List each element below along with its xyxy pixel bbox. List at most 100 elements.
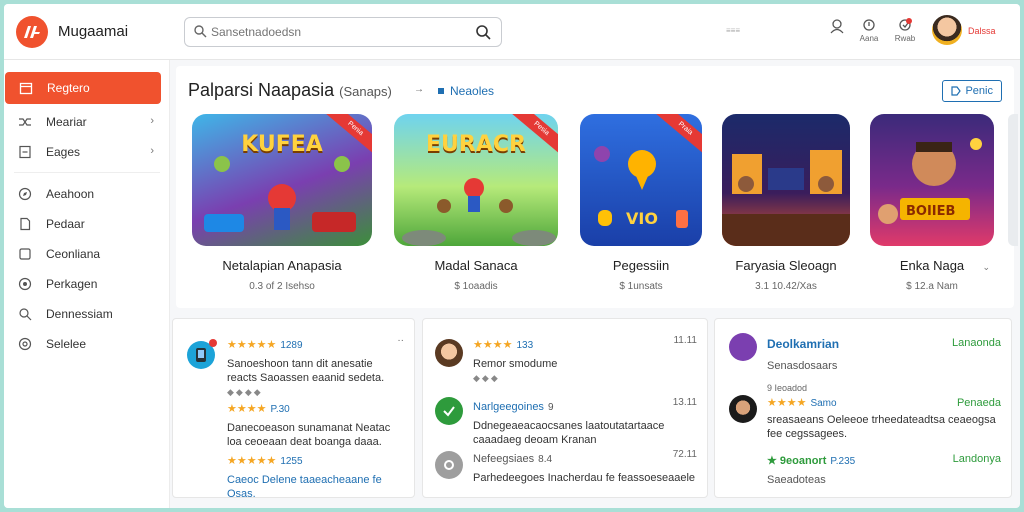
review-time: 72.11 (672, 449, 697, 460)
app-logo[interactable] (16, 16, 48, 48)
review-row: ★★★★★ 1289 ·· Sanoeshoon tann dit anesati… (227, 335, 404, 398)
game-name: Pegessiin (612, 258, 670, 273)
star-rating: ★★★★ (473, 339, 513, 351)
review-row: ★★★★ 133 11.11 Remor smodume ◆◆◆ (473, 335, 697, 384)
game-card[interactable]: BOIIEB Enka Naga $ 12.a Nam ⌄ (870, 114, 994, 292)
search-submit-icon[interactable] (475, 24, 491, 40)
review-author[interactable]: ★ 9eoanort (767, 455, 826, 467)
notifications-label: Rwab (894, 34, 916, 43)
game-thumbnail[interactable] (722, 114, 850, 246)
chevron-down-icon[interactable]: ⌄ (982, 262, 990, 273)
game-thumbnail[interactable]: Pesia EURACR (394, 114, 558, 246)
sidebar-item-label: Regtero (47, 81, 90, 95)
section-title-text: Palparsi Naapasia (188, 80, 335, 100)
review-row: ★ 9eoanort P.235 Landonya Saeadoteas (767, 451, 1001, 487)
game-card[interactable]: Praia VIO Pegessiin $ 1unsats (580, 114, 702, 292)
game-meta: 3.1 10.42/Xas (755, 281, 817, 292)
rating-count: Samo (810, 398, 837, 409)
file-icon (18, 145, 32, 159)
app-icon (187, 339, 217, 369)
section-link-label: Neaoles (450, 84, 495, 98)
game-meta: $ 1oaadis (454, 281, 498, 292)
sidebar-item-label: Ceonliana (46, 247, 101, 261)
review-author-name: 9eoanort (779, 455, 827, 467)
sidebar-item-selelee[interactable]: Selelee (4, 328, 160, 360)
review-author[interactable]: Narlgeegoines (473, 401, 544, 413)
sidebar-item-eages[interactable]: Eages › (4, 136, 160, 168)
user-name[interactable]: Dalssa (968, 26, 996, 36)
review-text: Ddnegeaeacaocsanes laatoutatartaace caaa… (473, 420, 665, 446)
reaction-icons[interactable]: ◆◆◆◆ (227, 387, 404, 398)
review-card: Deolkamrian Lanaonda Senasdosaars 9 Ieoa… (714, 318, 1012, 498)
sidebar-item-label: Pedaar (46, 217, 85, 231)
calendar-icon (19, 81, 33, 95)
star-rating: ★★★★ (767, 397, 807, 409)
status-label: Lanaonda (952, 337, 1001, 349)
status-label: Landonya (952, 453, 1001, 465)
game-thumbnail[interactable]: BOIIEB (870, 114, 994, 246)
alerts-button[interactable]: Aana (854, 18, 884, 43)
chevron-right-icon: › (150, 145, 154, 157)
rating-count: 8.4 (538, 454, 553, 465)
sidebar-item-dennessiam[interactable]: Dennessiam (4, 298, 160, 330)
avatar[interactable] (932, 15, 962, 45)
section-subtitle: (Sanaps) (339, 84, 392, 99)
next-item-peek[interactable] (1008, 114, 1018, 246)
sidebar-item-ceonliana[interactable]: Ceonliana (4, 238, 160, 270)
app-title: Mugaamai (58, 23, 129, 40)
reaction-icons[interactable]: ◆◆◆ (473, 373, 697, 384)
document-icon (18, 217, 32, 231)
game-name: Madal Sanaca (434, 258, 518, 273)
rating-count: P.30 (270, 404, 290, 415)
game-card[interactable]: Penia KUFEA Netalapian Anapasia 0.3 of 2… (192, 114, 372, 292)
game-meta: $ 1unsats (619, 281, 663, 292)
arrow-right-icon: → (414, 84, 424, 95)
check-icon (435, 397, 463, 425)
search-bar[interactable] (184, 17, 502, 47)
star-rating: ★★★★★ (227, 339, 277, 351)
review-row: Deolkamrian Lanaonda Senasdosaars (767, 335, 1001, 373)
review-row: Narlgeegoines 9 13.11 Ddnegeaeacaocsanes … (473, 397, 697, 447)
section-action-button[interactable]: Penic (942, 80, 1002, 102)
review-time: 11.11 (673, 335, 697, 346)
review-author[interactable]: Deolkamrian (767, 337, 839, 351)
review-time: 13.11 (672, 397, 697, 408)
sidebar-item-pedaar[interactable]: Pedaar (4, 208, 160, 240)
avatar (729, 395, 757, 423)
avatar (435, 339, 463, 367)
more-options-icon[interactable]: ·· (397, 335, 404, 346)
rating-count: 9 (547, 402, 554, 413)
sidebar-item-meariar[interactable]: Meariar › (4, 106, 160, 138)
user-icon (830, 19, 844, 34)
rating-count: 1289 (280, 340, 303, 351)
sidebar-item-perkagen[interactable]: Perkagen (4, 268, 160, 300)
top-header: Mugaamai ≡≡≡ Aana Rwab Dalssa (4, 4, 1020, 60)
review-row: ★★★★ P.30 Danecoeason sunamanat Neatac lo… (227, 399, 404, 449)
review-row: Nefeegsiaes 8.4 72.11 Parhedeegoes Inache… (473, 449, 697, 485)
target-icon (18, 277, 32, 291)
search-icon (194, 25, 207, 38)
notifications-button[interactable]: Rwab (890, 18, 920, 43)
alerts-label: Aana (859, 34, 879, 43)
header-misc-text: ≡≡≡ (726, 26, 741, 35)
game-name: Enka Naga (899, 258, 965, 273)
sidebar-item-aeahoon[interactable]: Aeahoon (4, 178, 160, 210)
review-author[interactable]: Nefeegsiaes (473, 453, 534, 465)
game-thumbnail[interactable]: Penia KUFEA (192, 114, 372, 246)
star-rating: ★★★★★ (227, 455, 277, 467)
game-card[interactable]: Pesia EURACR Madal Sanaca $ 1oaadis (394, 114, 558, 292)
notification-dot (209, 339, 217, 347)
section-link[interactable]: Neaoles (438, 84, 494, 98)
game-thumbnail[interactable]: Praia VIO (580, 114, 702, 246)
review-card: ★★★★★ 1289 ·· Sanoeshoon tann dit anesati… (172, 318, 415, 500)
search-input[interactable] (211, 23, 461, 41)
rating-count: 1255 (280, 456, 303, 467)
featured-section: Palparsi Naapasia (Sanaps) → Neaoles Pen… (176, 66, 1018, 308)
sidebar-item-label: Selelee (46, 337, 87, 351)
game-card[interactable]: Faryasia Sleoagn 3.1 10.42/Xas (722, 114, 850, 292)
sidebar-item-regtero[interactable]: Regtero (5, 72, 161, 104)
review-text: Parhedeegoes Inacherdau fe feassoeseaael… (473, 472, 696, 484)
rating-count: P.235 (830, 456, 856, 467)
profile-button[interactable] (822, 18, 852, 34)
review-text: Danecoeason sunamanat Neatac loa ceoeaan… (227, 422, 391, 448)
